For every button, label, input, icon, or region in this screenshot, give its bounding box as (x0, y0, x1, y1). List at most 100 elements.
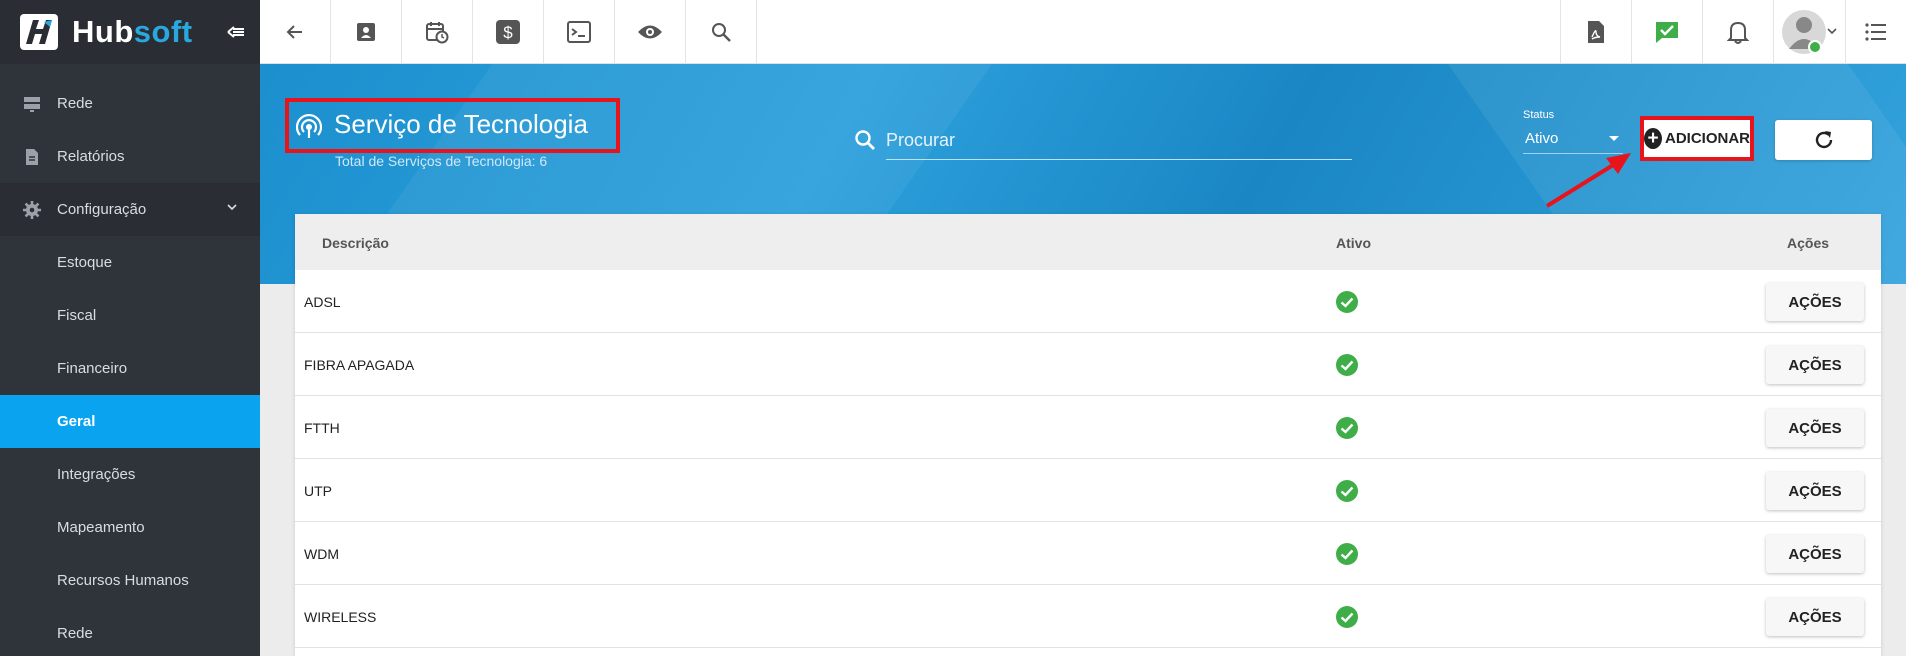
brand-name: Hubsoft (72, 14, 193, 50)
table-row[interactable]: WIRELESS AÇÕES (295, 585, 1881, 648)
chat-check-icon (1656, 22, 1678, 43)
check-circle-icon (1336, 291, 1358, 313)
actions-button[interactable]: AÇÕES (1766, 598, 1864, 636)
back-button[interactable] (260, 0, 331, 64)
server-icon (24, 96, 40, 112)
sidebar-item-label: Rede (57, 95, 93, 112)
row-description: FTTH (304, 420, 340, 436)
sidebar-item-label: Financeiro (57, 360, 128, 377)
broadcast-icon (296, 113, 322, 138)
messages-button[interactable] (1631, 0, 1702, 64)
pdf-icon (1588, 21, 1604, 43)
pdf-button[interactable] (1560, 0, 1631, 64)
services-table: Descrição Ativo Ações ADSL AÇÕES FIBRA A… (295, 214, 1881, 656)
table-row[interactable]: ADSL AÇÕES (295, 270, 1881, 333)
check-circle-icon (1336, 480, 1358, 502)
sidebar-subitem-geral[interactable]: Geral (0, 395, 260, 448)
search-icon (855, 130, 875, 150)
sidebar-subitem-rede[interactable]: Rede (0, 607, 260, 656)
table-row[interactable]: FIBRA APAGADA AÇÕES (295, 333, 1881, 396)
sidebar-item-label: Integrações (57, 466, 136, 483)
terminal-button[interactable] (544, 0, 615, 64)
sidebar: Hubsoft Rede Relatórios Configuração Est… (0, 0, 260, 656)
sidebar-subitem-mapeamento[interactable]: Mapeamento (0, 501, 260, 554)
table-row[interactable]: UTP AÇÕES (295, 459, 1881, 522)
sidebar-subitem-fiscal[interactable]: Fiscal (0, 289, 260, 342)
column-header-ativo[interactable]: Ativo (1336, 235, 1371, 251)
menu-list-icon (1865, 23, 1886, 41)
notifications-button[interactable] (1702, 0, 1773, 64)
refresh-button[interactable] (1775, 120, 1872, 160)
add-button-label: ADICIONAR (1665, 130, 1750, 147)
contacts-button[interactable] (331, 0, 402, 64)
eye-icon (638, 25, 662, 39)
column-header-descricao[interactable]: Descrição (322, 235, 389, 251)
sidebar-item-label: Configuração (57, 201, 147, 218)
row-description: WDM (304, 546, 339, 562)
schedule-button[interactable] (402, 0, 473, 64)
terminal-icon (567, 21, 591, 43)
collapse-sidebar-icon[interactable] (224, 20, 248, 44)
check-circle-icon (1336, 543, 1358, 565)
sidebar-item-label: Estoque (57, 254, 113, 271)
row-description: ADSL (304, 294, 341, 310)
sidebar-item-label: Relatórios (57, 148, 125, 165)
row-description: UTP (304, 483, 332, 499)
back-arrow-icon (286, 25, 302, 39)
actions-button[interactable]: AÇÕES (1766, 409, 1864, 447)
refresh-icon (1815, 131, 1832, 149)
sidebar-item-relatorios[interactable]: Relatórios (0, 130, 260, 183)
sidebar-subitem-financeiro[interactable]: Financeiro (0, 342, 260, 395)
sidebar-item-label: Fiscal (57, 307, 97, 324)
actions-button[interactable]: AÇÕES (1766, 472, 1864, 510)
user-menu[interactable] (1773, 0, 1845, 64)
add-button[interactable]: + ADICIONAR (1640, 116, 1754, 161)
sidebar-item-rede[interactable]: Rede (0, 77, 260, 130)
sidebar-item-label: Geral (57, 413, 96, 430)
document-icon (26, 148, 38, 165)
financial-button[interactable]: $ (473, 0, 544, 64)
calendar-clock-icon (426, 22, 449, 44)
hubsoft-logo-icon (20, 14, 58, 50)
column-header-acoes: Ações (1787, 235, 1830, 251)
page-title: Serviço de Tecnologia (334, 109, 588, 139)
check-circle-icon (1336, 354, 1358, 376)
status-value: Ativo (1525, 130, 1559, 147)
row-description: FIBRA APAGADA (304, 357, 415, 373)
contact-card-icon (357, 23, 375, 41)
sidebar-subitem-integracoes[interactable]: Integrações (0, 448, 260, 501)
table-header: Descrição Ativo Ações (295, 214, 1881, 270)
table-row[interactable]: FTTH AÇÕES (295, 396, 1881, 459)
actions-button[interactable]: AÇÕES (1766, 346, 1864, 384)
gear-icon (23, 200, 41, 219)
check-circle-icon (1336, 606, 1358, 628)
avatar (1781, 10, 1837, 54)
check-circle-icon (1336, 417, 1358, 439)
dollar-icon: $ (496, 20, 520, 44)
actions-button[interactable]: AÇÕES (1766, 283, 1864, 321)
row-description: WIRELESS (304, 609, 377, 625)
annotation-arrow-icon (1545, 153, 1631, 208)
page-subtitle: Total de Serviços de Tecnologia: 6 (335, 153, 548, 169)
sidebar-item-label: Mapeamento (57, 519, 145, 536)
sidebar-subitem-recursos-humanos[interactable]: Recursos Humanos (0, 554, 260, 607)
sidebar-subitem-estoque[interactable]: Estoque (0, 236, 260, 289)
caret-down-icon (1609, 136, 1619, 141)
menu-button[interactable] (1845, 0, 1906, 64)
brand-name-part2: soft (133, 14, 193, 49)
sidebar-nav: Rede Relatórios Configuração Estoque Fis… (0, 77, 260, 656)
view-button[interactable] (615, 0, 686, 64)
actions-button[interactable]: AÇÕES (1766, 535, 1864, 573)
bell-icon (1727, 21, 1749, 44)
table-row[interactable]: WDM AÇÕES (295, 522, 1881, 585)
plus-circle-icon: + (1644, 128, 1662, 149)
svg-text:$: $ (503, 23, 513, 42)
logo-bar: Hubsoft (0, 0, 260, 64)
search-icon (712, 23, 731, 42)
brand-name-part1: Hub (72, 14, 134, 49)
sidebar-item-label: Rede (57, 625, 93, 642)
search-button[interactable] (686, 0, 757, 64)
search-input[interactable] (886, 122, 1352, 160)
sidebar-item-label: Recursos Humanos (57, 572, 189, 589)
sidebar-item-configuracao[interactable]: Configuração (0, 183, 260, 236)
